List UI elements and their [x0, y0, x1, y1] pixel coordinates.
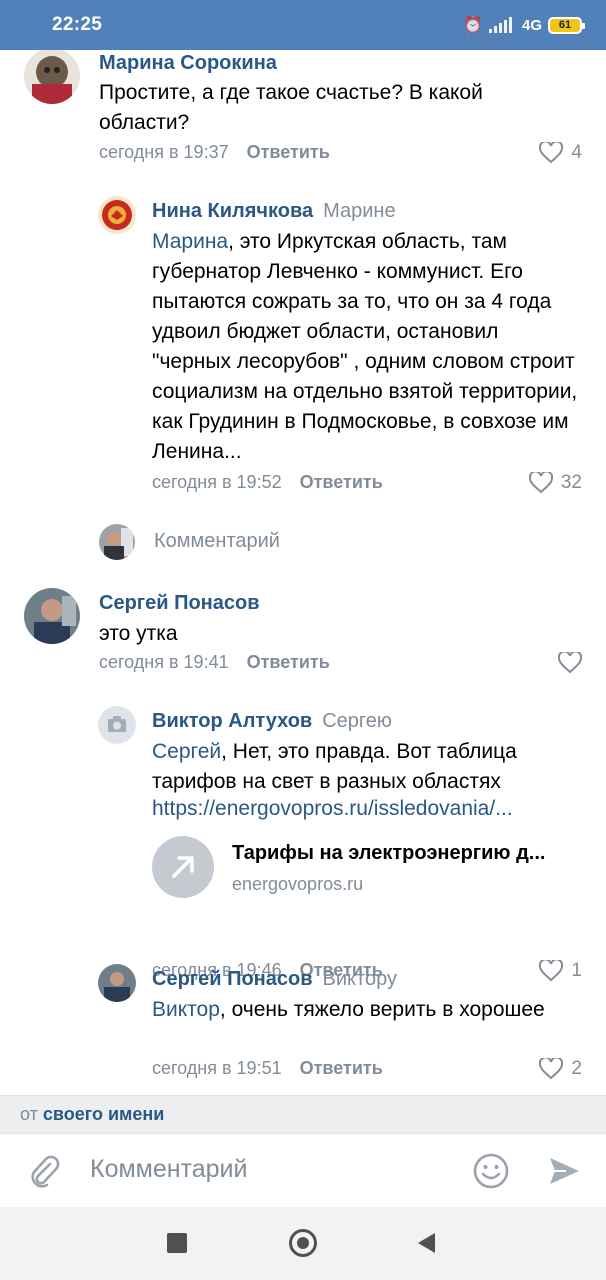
- reply-button[interactable]: Ответить: [247, 652, 330, 672]
- like-count: 2: [571, 1058, 582, 1079]
- comment-text: Простите, а где такое счастье? В какой о…: [99, 81, 483, 134]
- comment-meta: сегодня в 19:37 Ответить: [99, 142, 330, 163]
- heart-icon: [528, 472, 553, 494]
- heart-icon: [539, 142, 564, 164]
- link-arrow-icon: [152, 836, 214, 898]
- reply-to: Сергею: [322, 710, 392, 732]
- comment-time: сегодня в 19:51: [152, 1058, 282, 1078]
- comment-body: , очень тяжело верить в хорошее: [219, 998, 545, 1021]
- author-name-text[interactable]: Виктор Алтухов: [152, 710, 312, 732]
- mention-link[interactable]: Марина: [152, 230, 228, 253]
- mention-link[interactable]: Виктор: [152, 998, 220, 1021]
- status-bar: 22:25 ⏰ 4G 61: [0, 0, 606, 50]
- author-name[interactable]: Сергей Понасов: [99, 592, 260, 615]
- home-button[interactable]: [289, 1229, 317, 1257]
- avatar-placeholder[interactable]: [98, 706, 136, 744]
- thread-reply-placeholder[interactable]: Комментарий: [154, 530, 280, 553]
- recents-button[interactable]: [167, 1233, 187, 1253]
- comment-input-bar: Комментарий: [0, 1133, 606, 1207]
- author-name[interactable]: Марина Сорокина: [99, 52, 277, 75]
- comment-text: это утка: [99, 622, 178, 645]
- reply-button[interactable]: Ответить: [247, 142, 330, 162]
- heart-icon: [539, 960, 564, 982]
- avatar[interactable]: [98, 196, 136, 234]
- alarm-icon: ⏰: [463, 17, 483, 34]
- author-name-text[interactable]: Нина Килячкова: [152, 200, 313, 222]
- author-name-text[interactable]: Марина Сорокина: [99, 52, 277, 74]
- comment-time: сегодня в 19:52: [152, 472, 282, 492]
- comment-time: сегодня в 19:41: [99, 652, 229, 672]
- attachment-domain: energovopros.ru: [232, 874, 364, 894]
- heart-icon: [558, 652, 582, 674]
- comments-feed[interactable]: Марина Сорокина Простите, а где такое сч…: [0, 50, 606, 1095]
- author-name-text[interactable]: Сергей Понасов: [99, 592, 260, 614]
- post-as-selector[interactable]: от своего имени: [0, 1095, 606, 1133]
- comment-input[interactable]: Комментарий: [90, 1155, 247, 1184]
- avatar[interactable]: [24, 588, 80, 644]
- clock: 22:25: [52, 14, 103, 35]
- send-icon[interactable]: [546, 1153, 582, 1189]
- like-count: 1: [571, 960, 582, 981]
- battery-level: 61: [558, 19, 572, 31]
- emoji-icon[interactable]: [472, 1152, 510, 1190]
- back-button[interactable]: [415, 1231, 437, 1255]
- reply-to: Виктору: [322, 968, 397, 990]
- like-button[interactable]: [558, 652, 582, 674]
- system-nav-bar: [0, 1207, 606, 1280]
- like-button[interactable]: 2: [539, 1058, 582, 1080]
- attachment-title: Тарифы на электроэнергию д...: [232, 842, 546, 864]
- author-name-text[interactable]: Сергей Понасов: [152, 968, 313, 990]
- like-count: 32: [560, 472, 582, 493]
- author-name[interactable]: Сергей Понасов Виктору: [152, 968, 397, 991]
- reply-button[interactable]: Ответить: [300, 472, 383, 492]
- comment-meta: сегодня в 19:52 Ответить: [152, 472, 383, 493]
- author-name[interactable]: Нина Килячкова Марине: [152, 200, 396, 223]
- mention-link[interactable]: Сергей: [152, 740, 221, 763]
- comment-body: , это Иркутская область, там губернатор …: [152, 230, 578, 463]
- reply-button[interactable]: Ответить: [300, 1058, 383, 1078]
- status-icons: ⏰ 4G 61: [463, 15, 585, 35]
- like-button[interactable]: 32: [528, 472, 582, 494]
- network-type: 4G: [521, 16, 542, 34]
- reply-to: Марине: [323, 200, 396, 222]
- comment-text: Марина, это Иркутская область, там губер…: [152, 227, 582, 467]
- post-as-value[interactable]: своего имени: [43, 1104, 164, 1125]
- comment-meta: сегодня в 19:51 Ответить: [152, 1058, 383, 1079]
- like-count: 4: [571, 142, 582, 163]
- heart-icon: [539, 1058, 564, 1080]
- external-link[interactable]: https://energovopros.ru/issledovania/...: [152, 797, 513, 821]
- battery-icon: 61: [548, 16, 585, 34]
- post-as-prefix: от: [20, 1104, 38, 1124]
- avatar[interactable]: [24, 50, 80, 104]
- avatar[interactable]: [98, 964, 136, 1002]
- signal-icon: [488, 17, 512, 33]
- link-attachment[interactable]: Тарифы на электроэнергию д... energovopr…: [152, 836, 582, 902]
- comment-text: Виктор, очень тяжело верить в хорошее: [152, 995, 552, 1025]
- author-name[interactable]: Виктор Алтухов Сергею: [152, 710, 392, 733]
- comment-time: сегодня в 19:37: [99, 142, 229, 162]
- like-button[interactable]: 1: [539, 960, 582, 982]
- attach-icon[interactable]: [26, 1154, 62, 1190]
- like-button[interactable]: 4: [539, 142, 582, 164]
- comment-text: Сергей, Нет, это правда. Вот таблица тар…: [152, 737, 582, 797]
- camera-icon: [108, 716, 126, 732]
- comment-meta: сегодня в 19:41 Ответить: [99, 652, 330, 673]
- my-avatar: [99, 524, 135, 560]
